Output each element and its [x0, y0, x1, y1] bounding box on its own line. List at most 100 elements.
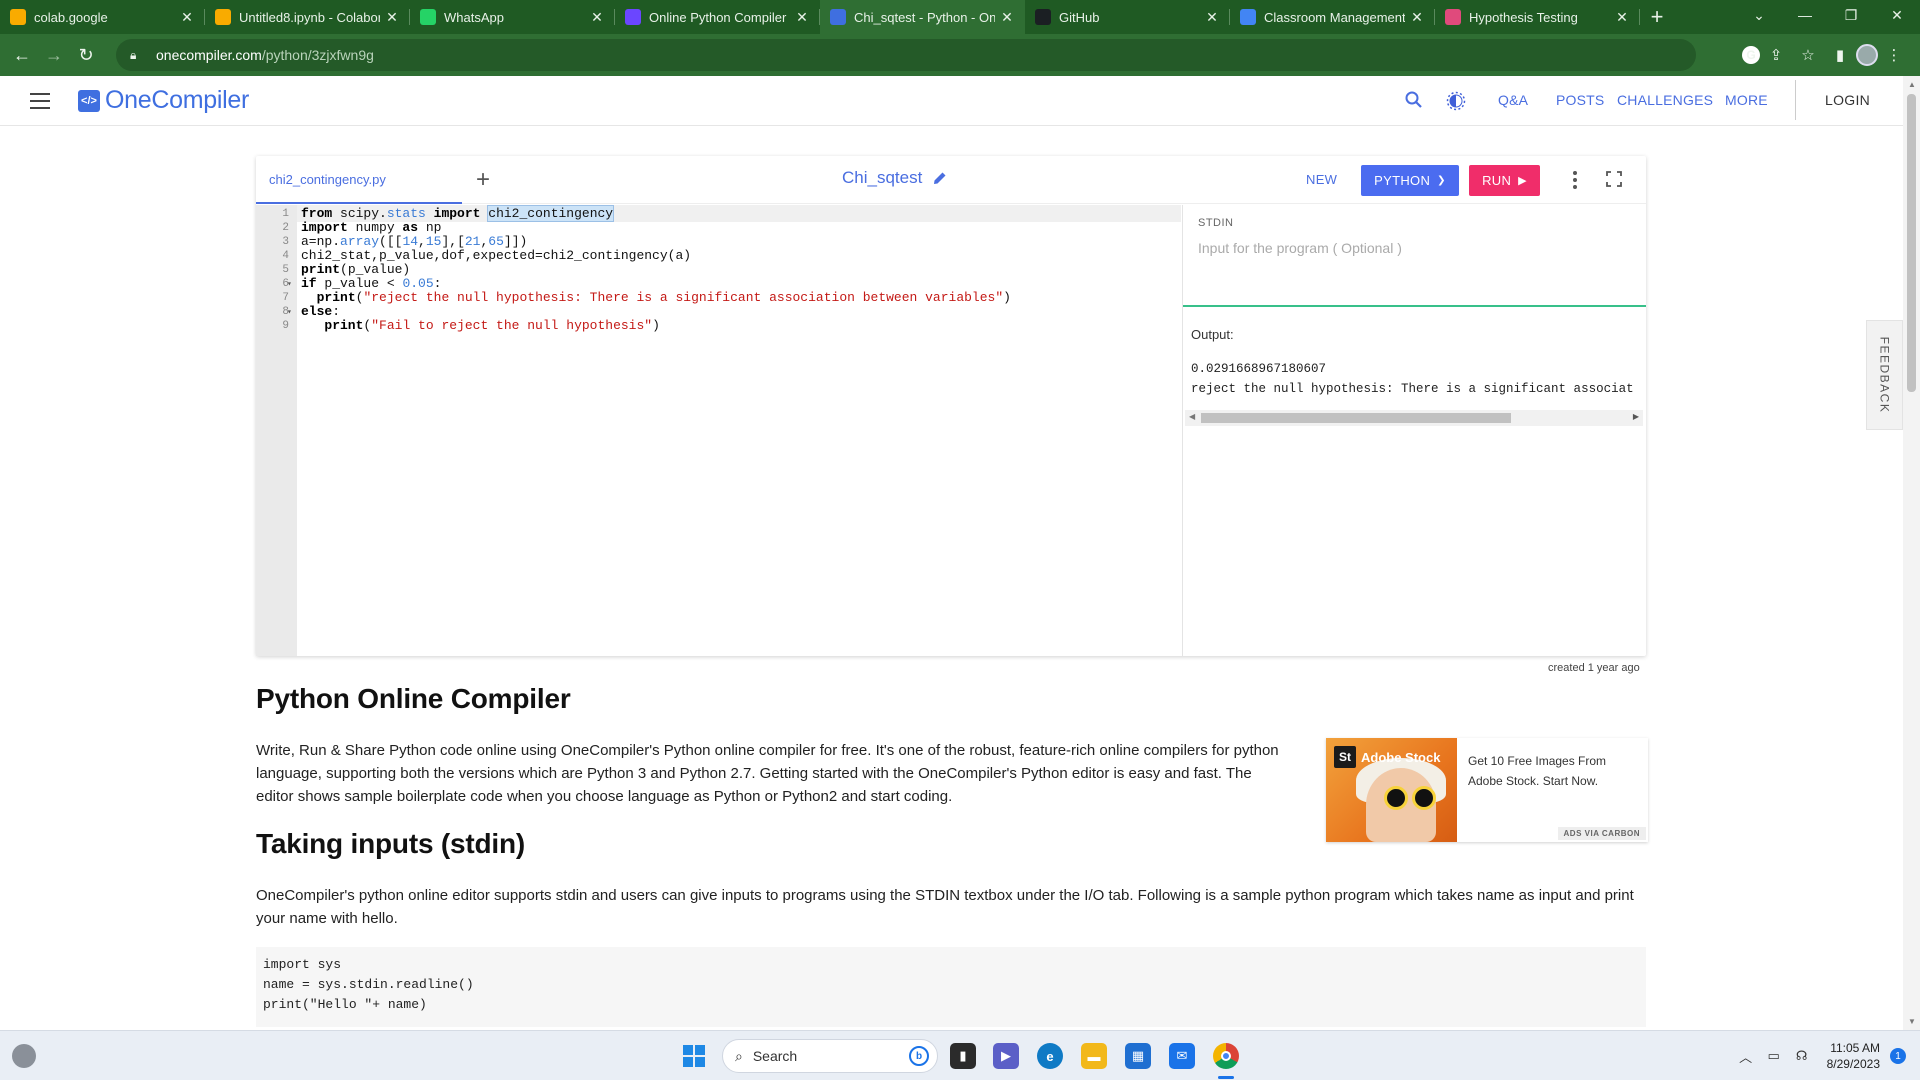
close-tab-icon[interactable]: ✕ — [1614, 9, 1630, 26]
fold-arrow-icon[interactable]: ▾ — [287, 279, 292, 289]
close-tab-icon[interactable]: ✕ — [999, 9, 1015, 26]
clock[interactable]: 11:05 AM 8/29/2023 — [1827, 1040, 1880, 1072]
close-tab-icon[interactable]: ✕ — [1409, 9, 1425, 26]
scroll-up-arrow-icon[interactable]: ▲ — [1908, 80, 1916, 89]
ads-via-carbon-label[interactable]: ADS VIA CARBON — [1557, 827, 1646, 840]
io-panel: STDIN Input for the program ( Optional )… — [1182, 205, 1646, 656]
scroll-down-arrow-icon[interactable]: ▼ — [1908, 1017, 1916, 1026]
google-lens-icon[interactable]: G — [1742, 46, 1760, 64]
close-tab-icon[interactable]: ✕ — [384, 9, 400, 26]
browser-tab-title: Classroom Management Te — [1264, 9, 1405, 25]
carbon-ad[interactable]: St Adobe Stock Get 10 Free Images From Ad… — [1326, 738, 1648, 842]
language-select-button[interactable]: PYTHON ❯ — [1361, 165, 1459, 196]
browser-tab[interactable]: Classroom Management Te✕ — [1230, 0, 1435, 34]
minimize-button[interactable]: — — [1782, 0, 1828, 30]
chrome-icon[interactable] — [1213, 1043, 1239, 1069]
output-scrollbar-thumb[interactable] — [1201, 413, 1511, 423]
side-panel-icon[interactable]: ▮ — [1824, 39, 1856, 71]
chevron-down-icon: ❯ — [1437, 175, 1446, 186]
fullscreen-icon[interactable] — [1606, 171, 1622, 187]
scroll-left-arrow-icon[interactable]: ◀ — [1189, 412, 1195, 421]
whatsapp-icon — [420, 9, 436, 25]
github-icon — [1035, 9, 1051, 25]
back-button[interactable]: ← — [6, 39, 38, 71]
hamburger-menu-icon[interactable] — [30, 93, 50, 109]
weather-widget-icon[interactable] — [12, 1044, 36, 1068]
onecompiler-logo[interactable]: </> OneCompiler — [78, 86, 249, 115]
task-view-icon[interactable]: ▮ — [950, 1043, 976, 1069]
add-file-button[interactable]: + — [476, 166, 490, 194]
tab-search-icon[interactable]: ⌄ — [1736, 0, 1782, 30]
bing-icon[interactable]: b — [909, 1046, 929, 1066]
nav-qa[interactable]: Q&A — [1498, 92, 1528, 108]
browser-tab[interactable]: Hypothesis Testing ✕ — [1435, 0, 1640, 34]
close-tab-icon[interactable]: ✕ — [1204, 9, 1220, 26]
feedback-tab[interactable]: FEEDBACK — [1866, 320, 1903, 430]
browser-tab-title: Hypothesis Testing — [1469, 9, 1578, 25]
taskbar-search-label: Search — [752, 1048, 798, 1064]
taskbar-search[interactable]: ⌕ Search b — [722, 1039, 938, 1073]
run-button[interactable]: RUN ▶ — [1469, 165, 1540, 196]
search-icon[interactable] — [1404, 90, 1424, 110]
show-hidden-icons-icon[interactable]: ︿ — [1735, 1047, 1757, 1066]
nav-challenges[interactable]: CHALLENGES — [1617, 92, 1713, 108]
login-link[interactable]: LOGIN — [1825, 92, 1870, 108]
teams-chat-icon[interactable]: ▶ — [993, 1043, 1019, 1069]
window-controls: ⌄ — ❐ ✕ — [1736, 0, 1920, 34]
microsoft-store-icon[interactable]: ▦ — [1125, 1043, 1151, 1069]
close-tab-icon[interactable]: ✕ — [794, 9, 810, 26]
browser-tab[interactable]: colab.google ✕ — [0, 0, 205, 34]
project-title[interactable]: Chi_sqtest — [842, 168, 948, 188]
stdin-input[interactable]: Input for the program ( Optional ) — [1198, 240, 1402, 256]
nav-more[interactable]: MORE — [1725, 92, 1768, 108]
active-app-indicator — [1218, 1076, 1234, 1079]
mail-icon[interactable]: ✉ — [1169, 1043, 1195, 1069]
browser-tab[interactable]: Chi_sqtest - Python - OneC✕ — [820, 0, 1025, 34]
bookmark-star-icon[interactable]: ☆ — [1792, 39, 1824, 71]
browser-toolbar: ← → ↻ 🔒︎ onecompiler.com/python/3zjxfwn9… — [0, 34, 1920, 76]
browser-menu-icon[interactable]: ⋮ — [1878, 39, 1910, 71]
theme-toggle-icon[interactable] — [1446, 91, 1466, 111]
scrollbar-thumb[interactable] — [1907, 94, 1916, 392]
new-button[interactable]: NEW — [1306, 172, 1337, 187]
code-editor[interactable]: 1 from scipy.stats import chi2_contingen… — [282, 205, 1181, 656]
editor-card: chi2_contingency.py + Chi_sqtest NEW PYT… — [256, 156, 1646, 656]
close-window-button[interactable]: ✕ — [1874, 0, 1920, 30]
windows-start-icon[interactable] — [683, 1045, 705, 1067]
fold-arrow-icon[interactable]: ▾ — [287, 307, 292, 317]
share-icon[interactable]: ⇪ — [1760, 39, 1792, 71]
display-icon[interactable]: ▭ — [1763, 1048, 1785, 1064]
browser-tab[interactable]: WhatsApp ✕ — [410, 0, 615, 34]
file-explorer-icon[interactable]: ▬ — [1081, 1043, 1107, 1069]
more-options-icon[interactable] — [1568, 167, 1582, 193]
ad-brand: Adobe Stock — [1361, 749, 1441, 765]
pencil-edit-icon[interactable] — [932, 170, 948, 186]
file-tab[interactable]: chi2_contingency.py — [256, 156, 462, 204]
scroll-right-arrow-icon[interactable]: ▶ — [1633, 412, 1639, 421]
browser-tab[interactable]: Online Python Compiler (I ✕ — [615, 0, 820, 34]
notification-badge[interactable]: 1 — [1890, 1048, 1906, 1064]
output-horizontal-scrollbar[interactable]: ◀ ▶ — [1185, 410, 1643, 426]
site-header: </> OneCompiler Q&A POSTS CHALLENGES MOR… — [0, 76, 1903, 126]
forward-button[interactable]: → — [38, 39, 70, 71]
lock-icon: 🔒︎ — [130, 47, 137, 62]
address-bar[interactable]: 🔒︎ onecompiler.com/python/3zjxfwn9g — [116, 39, 1696, 71]
browser-tab[interactable]: Untitled8.ipynb - Colabora ✕ — [205, 0, 410, 34]
close-tab-icon[interactable]: ✕ — [179, 9, 195, 26]
reload-button[interactable]: ↻ — [70, 39, 102, 71]
close-tab-icon[interactable]: ✕ — [589, 9, 605, 26]
new-tab-button[interactable]: + — [1640, 0, 1674, 34]
browser-tab-title: WhatsApp — [444, 9, 504, 25]
profile-avatar[interactable] — [1856, 44, 1878, 66]
article-paragraph-2: OneCompiler's python online editor suppo… — [256, 887, 1634, 927]
nav-posts[interactable]: POSTS — [1556, 92, 1604, 108]
feedback-label: FEEDBACK — [1877, 336, 1892, 414]
code-line[interactable]: 9 print("Fail to reject the null hypothe… — [282, 317, 1181, 334]
ad-image[interactable]: St Adobe Stock — [1326, 738, 1457, 842]
browser-tab[interactable]: GitHub ✕ — [1025, 0, 1230, 34]
restore-button[interactable]: ❐ — [1828, 0, 1874, 30]
network-volume-icon[interactable]: ☊ — [1791, 1048, 1813, 1064]
ad-text[interactable]: Get 10 Free Images From Adobe Stock. Sta… — [1468, 751, 1638, 791]
edge-icon[interactable]: e — [1037, 1043, 1063, 1069]
page-scrollbar[interactable]: ▲ ▼ — [1903, 76, 1920, 1030]
